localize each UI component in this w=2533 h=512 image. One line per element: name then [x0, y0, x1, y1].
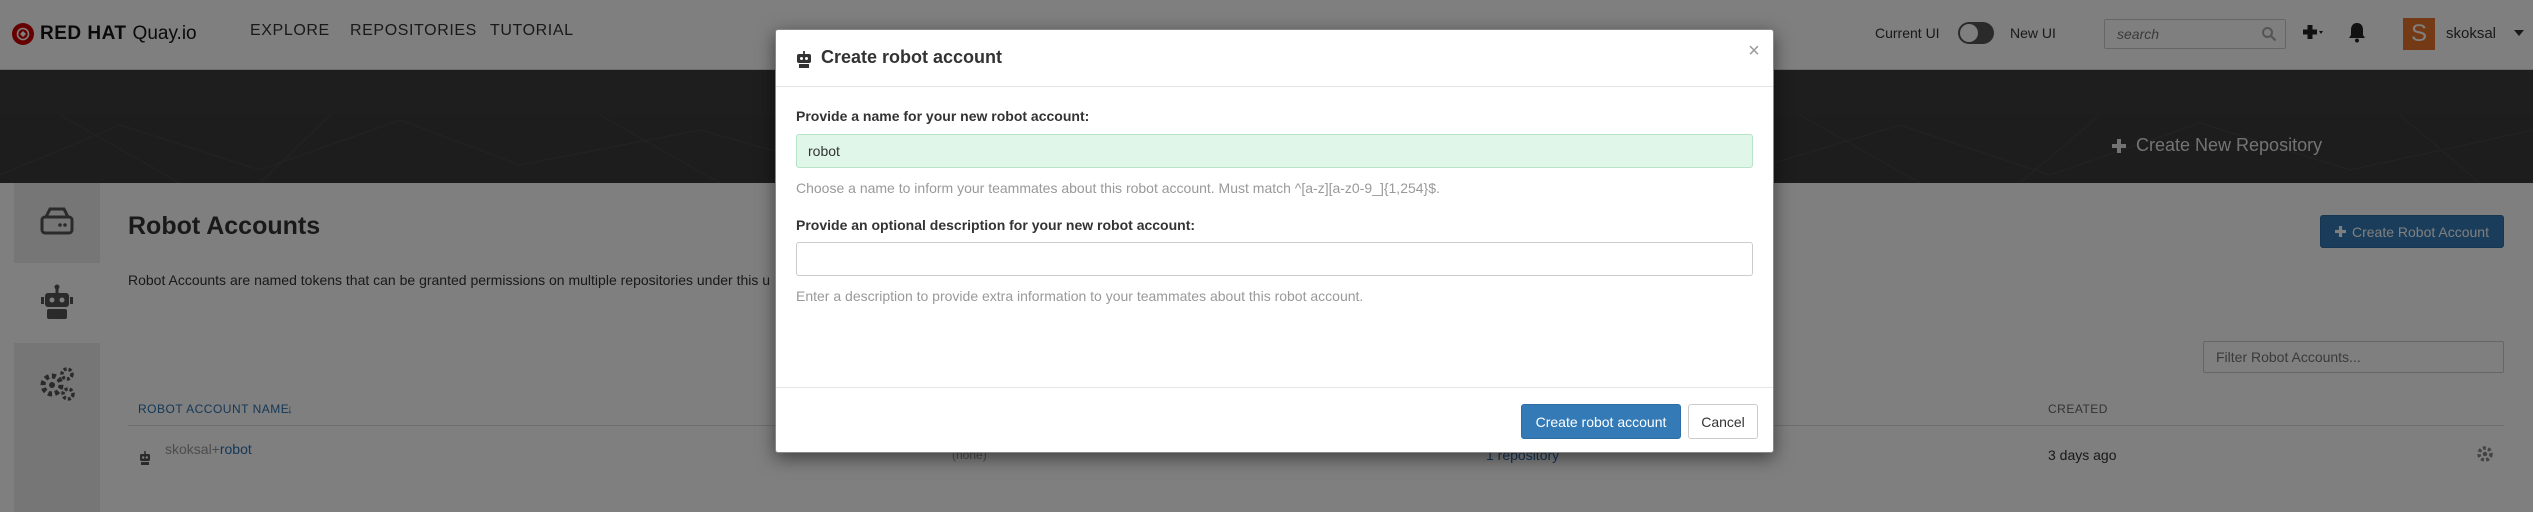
modal-title: Create robot account: [821, 47, 1003, 67]
robot-name-input[interactable]: [796, 134, 1753, 168]
robot-description-help: Enter a description to provide extra inf…: [796, 288, 1364, 304]
modal-footer: Create robot account Cancel: [776, 387, 1773, 454]
robot-name-label: Provide a name for your new robot accoun…: [796, 108, 1090, 124]
robot-description-input[interactable]: [796, 242, 1753, 276]
cancel-button[interactable]: Cancel: [1688, 404, 1758, 439]
create-robot-account-submit-button[interactable]: Create robot account: [1521, 404, 1681, 439]
create-robot-account-dialog: Create robot account × Provide a name fo…: [775, 29, 1774, 453]
robot-icon: [797, 51, 811, 68]
robot-name-help: Choose a name to inform your teammates a…: [796, 180, 1440, 196]
close-icon[interactable]: ×: [1744, 40, 1764, 64]
robot-description-label: Provide an optional description for your…: [796, 217, 1196, 233]
modal-header: Create robot account ×: [776, 30, 1773, 87]
